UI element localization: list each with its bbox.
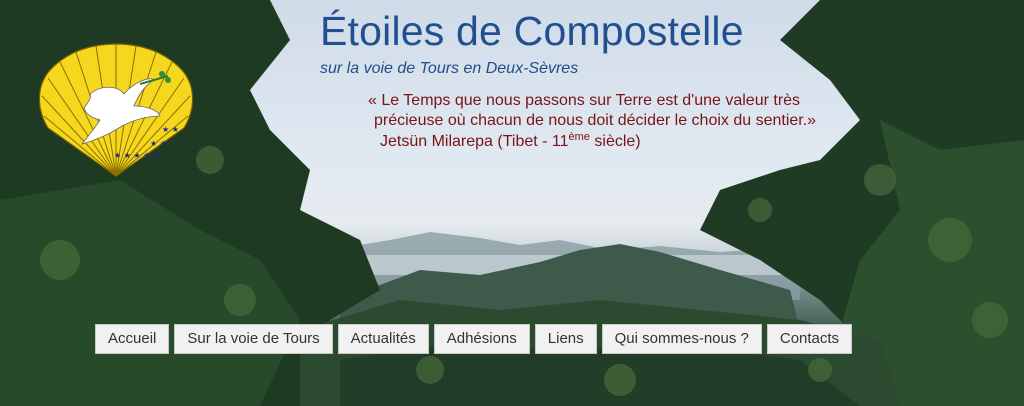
author-sup: ème — [568, 131, 590, 143]
quote-line-2: précieuse où chacun de nous doit décider… — [374, 112, 817, 129]
nav-qui-sommes-nous[interactable]: Qui sommes-nous ? — [601, 324, 762, 354]
nav-adhesions[interactable]: Adhésions — [433, 324, 530, 354]
svg-text:★ ★: ★ ★ — [150, 139, 167, 148]
site-title: Étoiles de Compostelle — [320, 8, 744, 54]
nav-actualites[interactable]: Actualités — [337, 324, 429, 354]
svg-text:★ ★ ★ ★ ★: ★ ★ ★ ★ ★ — [114, 151, 160, 160]
header-banner: Étoiles de Compostelle sur la voie de To… — [0, 0, 1024, 406]
svg-text:★ ★: ★ ★ — [162, 125, 179, 134]
main-nav: Accueil Sur la voie de Tours Actualités … — [95, 324, 853, 354]
scallop-shell-with-dove-icon[interactable]: ★ ★ ★ ★ ★ ★ ★ ★ ★ — [30, 36, 202, 184]
quote: « Le Temps que nous passons sur Terre es… — [368, 91, 878, 131]
author-prefix: Jetsün Milarepa (Tibet - 11 — [380, 133, 569, 150]
nav-contacts[interactable]: Contacts — [766, 324, 853, 354]
nav-sur-la-voie-de-tours[interactable]: Sur la voie de Tours — [174, 324, 333, 354]
author-suffix: siècle) — [589, 133, 641, 150]
nav-liens[interactable]: Liens — [534, 324, 597, 354]
site-subtitle: sur la voie de Tours en Deux-Sèvres — [320, 60, 579, 77]
quote-line-1: « Le Temps que nous passons sur Terre es… — [368, 92, 801, 109]
nav-accueil[interactable]: Accueil — [95, 324, 170, 354]
quote-author: Jetsün Milarepa (Tibet - 11ème siècle) — [380, 131, 641, 151]
